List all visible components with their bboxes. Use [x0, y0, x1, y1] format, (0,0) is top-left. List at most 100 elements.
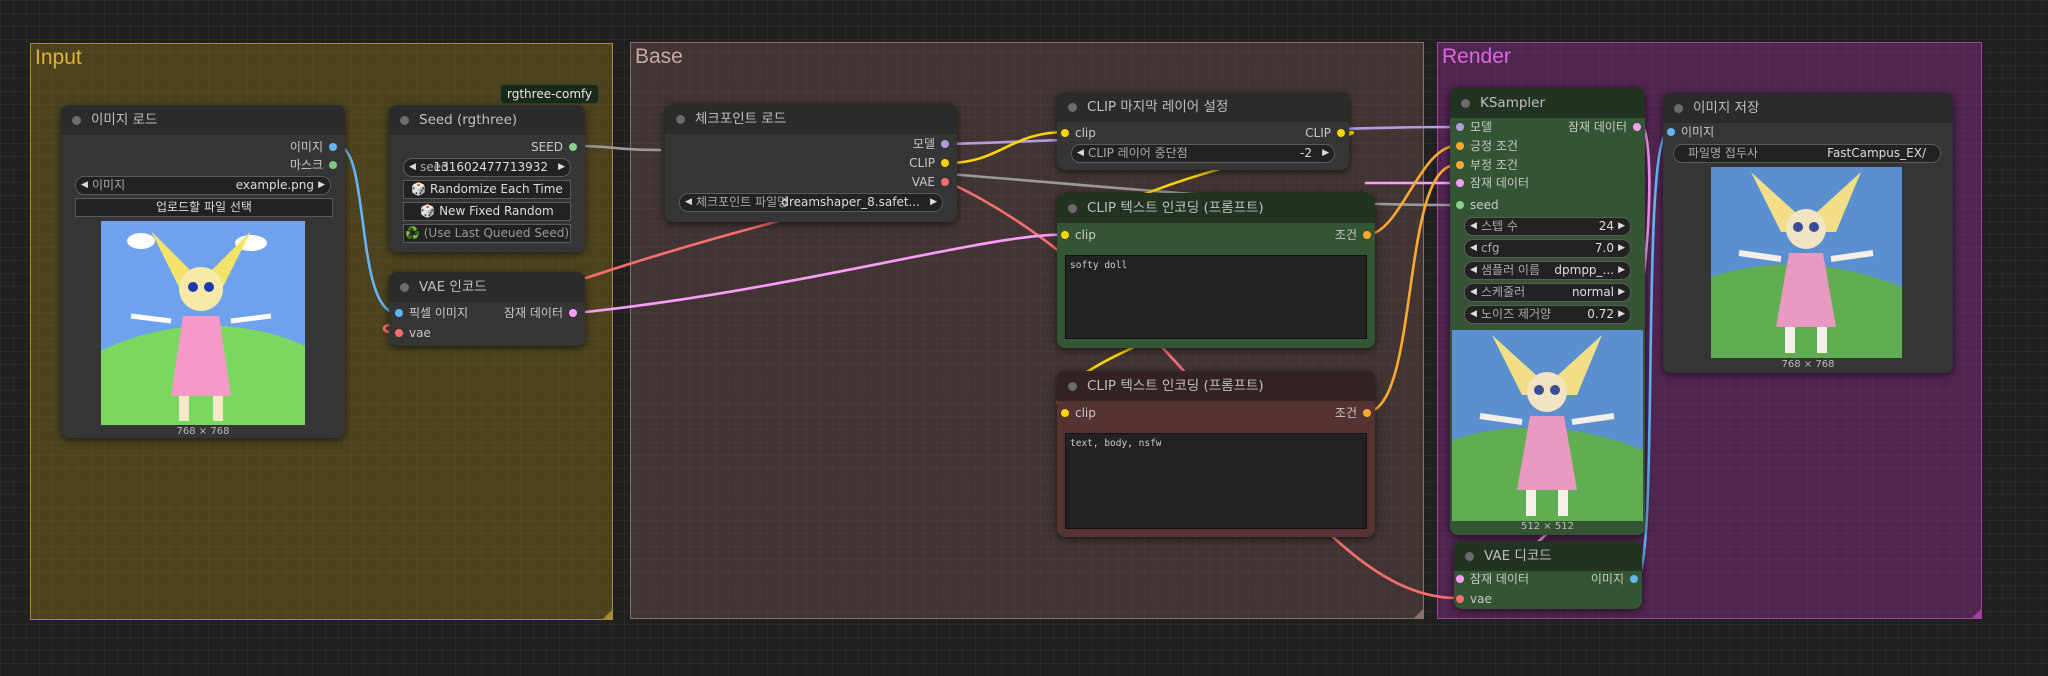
arrow-left-icon[interactable]: ◀	[1077, 145, 1084, 162]
arrow-left-icon[interactable]: ◀	[1470, 306, 1477, 323]
slot-dot[interactable]	[1061, 231, 1069, 239]
collapse-dot[interactable]	[1068, 103, 1077, 112]
collapse-dot[interactable]	[1461, 99, 1470, 108]
arrow-left-icon[interactable]: ◀	[1470, 218, 1477, 235]
arrow-left-icon[interactable]: ◀	[81, 177, 88, 194]
slot-dot[interactable]	[329, 143, 337, 151]
node-title[interactable]: CLIP 텍스트 인코딩 (프롬프트)	[1057, 193, 1375, 223]
input-positive[interactable]: 긍정 조건	[1456, 138, 1518, 154]
arrow-right-icon[interactable]: ▶	[1618, 262, 1625, 279]
output-mask[interactable]: 마스크	[290, 157, 337, 173]
arrow-right-icon[interactable]: ▶	[1322, 145, 1329, 162]
slot-dot[interactable]	[1337, 129, 1345, 137]
node-vae-encode[interactable]: VAE 인코드 픽셀 이미지 vae 잠재 데이터	[389, 272, 585, 346]
arrow-right-icon[interactable]: ▶	[930, 194, 937, 211]
input-vae[interactable]: vae	[395, 325, 431, 341]
node-title[interactable]: CLIP 마지막 레이어 설정	[1057, 92, 1349, 122]
image-select-widget[interactable]: ◀ 이미지 example.png ▶	[75, 176, 331, 195]
node-title[interactable]: 이미지 저장	[1663, 93, 1953, 123]
collapse-dot[interactable]	[72, 116, 81, 125]
slot-dot[interactable]	[1667, 128, 1675, 136]
prompt-textarea[interactable]: softy doll	[1065, 255, 1367, 339]
collapse-dot[interactable]	[1068, 204, 1077, 213]
input-negative[interactable]: 부정 조건	[1456, 157, 1518, 173]
seed-widget[interactable]: ◀ seed 131602477713932 ▶	[403, 158, 571, 177]
node-clip-text-negative[interactable]: CLIP 텍스트 인코딩 (프롬프트) clip 조건 text, body, …	[1057, 371, 1375, 537]
slot-dot[interactable]	[1363, 409, 1371, 417]
arrow-right-icon[interactable]: ▶	[1618, 284, 1625, 301]
arrow-left-icon[interactable]: ◀	[409, 159, 416, 176]
slot-dot[interactable]	[1456, 201, 1464, 209]
denoise-widget[interactable]: ◀ 노이즈 제거양 0.72 ▶	[1464, 305, 1631, 324]
node-clip-text-positive[interactable]: CLIP 텍스트 인코딩 (프롬프트) clip 조건 softy doll	[1057, 193, 1375, 348]
arrow-left-icon[interactable]: ◀	[685, 194, 692, 211]
new-fixed-random-button[interactable]: 🎲 New Fixed Random	[403, 202, 571, 221]
slot-dot[interactable]	[1456, 575, 1464, 583]
node-load-image[interactable]: 이미지 로드 이미지 마스크 ◀ 이미지 example.png ▶ 업로드할 …	[61, 105, 345, 438]
output-clip[interactable]: CLIP	[1305, 125, 1345, 141]
arrow-right-icon[interactable]: ▶	[558, 159, 565, 176]
node-title[interactable]: 체크포인트 로드	[665, 104, 957, 134]
output-seed[interactable]: SEED	[531, 139, 577, 155]
collapse-dot[interactable]	[676, 115, 685, 124]
node-title[interactable]: 이미지 로드	[61, 105, 345, 135]
node-title[interactable]: VAE 인코드	[389, 272, 585, 302]
output-vae[interactable]: VAE	[912, 174, 949, 190]
arrow-left-icon[interactable]: ◀	[1470, 262, 1477, 279]
filename-prefix-widget[interactable]: 파일명 접두사 FastCampus_EX/	[1673, 144, 1941, 163]
slot-dot[interactable]	[395, 329, 403, 337]
steps-widget[interactable]: ◀ 스텝 수 24 ▶	[1464, 217, 1631, 236]
output-clip[interactable]: CLIP	[909, 155, 949, 171]
slot-dot[interactable]	[1363, 231, 1371, 239]
arrow-right-icon[interactable]: ▶	[1618, 306, 1625, 323]
input-seed[interactable]: seed	[1456, 197, 1499, 213]
output-conditioning[interactable]: 조건	[1335, 227, 1371, 243]
slot-dot[interactable]	[1456, 123, 1464, 131]
arrow-right-icon[interactable]: ▶	[318, 177, 325, 194]
prompt-textarea[interactable]: text, body, nsfw	[1065, 433, 1367, 529]
node-title[interactable]: Seed (rgthree)	[389, 105, 585, 135]
arrow-right-icon[interactable]: ▶	[1618, 240, 1625, 257]
checkpoint-name-widget[interactable]: ◀ 체크포인트 파일명 dreamshaper_8.safet... ▶	[679, 193, 943, 212]
slot-dot[interactable]	[329, 161, 337, 169]
slot-dot[interactable]	[941, 159, 949, 167]
node-seed[interactable]: Seed (rgthree) SEED ◀ seed 1316024777139…	[389, 105, 585, 252]
output-image[interactable]: 이미지	[1591, 571, 1638, 587]
output-conditioning[interactable]: 조건	[1335, 405, 1371, 421]
node-clip-set-last-layer[interactable]: CLIP 마지막 레이어 설정 clip CLIP ◀ CLIP 레이어 중단점…	[1057, 92, 1349, 170]
input-model[interactable]: 모델	[1456, 119, 1492, 135]
collapse-dot[interactable]	[1674, 104, 1683, 113]
collapse-dot[interactable]	[400, 116, 409, 125]
input-clip[interactable]: clip	[1061, 125, 1096, 141]
node-ksampler[interactable]: KSampler 모델 잠재 데이터 긍정 조건 부정 조건 잠재 데이터 se…	[1450, 88, 1645, 535]
slot-dot[interactable]	[1456, 595, 1464, 603]
slot-dot[interactable]	[395, 309, 403, 317]
arrow-left-icon[interactable]: ◀	[1470, 284, 1477, 301]
input-clip[interactable]: clip	[1061, 227, 1096, 243]
sampler-name-widget[interactable]: ◀ 샘플러 이름 dpmpp_... ▶	[1464, 261, 1631, 280]
collapse-dot[interactable]	[400, 283, 409, 292]
randomize-each-time-button[interactable]: 🎲 Randomize Each Time	[403, 180, 571, 199]
scheduler-widget[interactable]: ◀ 스케줄러 normal ▶	[1464, 283, 1631, 302]
output-latent[interactable]: 잠재 데이터	[1568, 119, 1641, 135]
collapse-dot[interactable]	[1465, 552, 1474, 561]
slot-dot[interactable]	[1456, 179, 1464, 187]
slot-dot[interactable]	[1630, 575, 1638, 583]
slot-dot[interactable]	[1456, 142, 1464, 150]
node-save-image[interactable]: 이미지 저장 이미지 파일명 접두사 FastCampus_EX/ 768 × …	[1663, 93, 1953, 373]
node-title[interactable]: KSampler	[1450, 88, 1645, 118]
collapse-dot[interactable]	[1068, 382, 1077, 391]
output-model[interactable]: 모델	[913, 136, 949, 152]
arrow-left-icon[interactable]: ◀	[1470, 240, 1477, 257]
node-title[interactable]: VAE 디코드	[1454, 541, 1642, 571]
input-pixels[interactable]: 픽셀 이미지	[395, 305, 468, 321]
slot-dot[interactable]	[941, 140, 949, 148]
node-checkpoint-loader[interactable]: 체크포인트 로드 모델 CLIP VAE ◀ 체크포인트 파일명 dreamsh…	[665, 104, 957, 222]
arrow-right-icon[interactable]: ▶	[1618, 218, 1625, 235]
slot-dot[interactable]	[1061, 409, 1069, 417]
slot-dot[interactable]	[1633, 123, 1641, 131]
output-latent[interactable]: 잠재 데이터	[504, 305, 577, 321]
upload-button[interactable]: 업로드할 파일 선택	[75, 198, 333, 217]
slot-dot[interactable]	[1061, 129, 1069, 137]
input-latent[interactable]: 잠재 데이터	[1456, 571, 1529, 587]
